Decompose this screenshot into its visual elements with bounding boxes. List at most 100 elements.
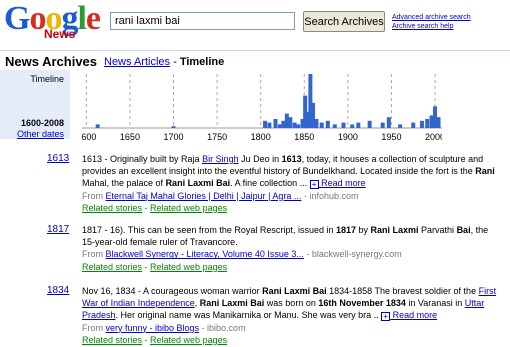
- result-body: 1613 - Originally built by Raja Bir Sing…: [82, 153, 497, 214]
- archive-search-help-link[interactable]: Archive search help: [392, 23, 453, 30]
- result-source: From Blackwell Synergy - Literacy, Volum…: [82, 248, 497, 260]
- expand-plus-icon[interactable]: +: [381, 311, 391, 321]
- result-year-link[interactable]: 1817: [47, 224, 69, 235]
- bar[interactable]: [380, 122, 385, 128]
- bar[interactable]: [263, 120, 268, 128]
- bar[interactable]: [310, 102, 315, 128]
- snippet-text: . A fine collection ...: [230, 178, 310, 189]
- bar[interactable]: [419, 120, 424, 128]
- snippet-text: was born on: [264, 298, 319, 309]
- bar[interactable]: [325, 120, 330, 128]
- x-tick-label: 1650: [120, 132, 140, 142]
- bar[interactable]: [398, 124, 403, 128]
- snippet-text: Rani Laxmi Bai: [165, 178, 231, 189]
- breadcrumb-current: Timeline: [179, 56, 225, 68]
- bar[interactable]: [386, 117, 391, 128]
- bar[interactable]: [367, 120, 372, 128]
- source-domain: - ibibo.com: [199, 322, 246, 333]
- other-dates-link[interactable]: Other dates: [17, 129, 64, 139]
- advanced-archive-search-link[interactable]: Advanced archive search: [392, 14, 471, 21]
- result-snippet: 1817 - 16). This can be seen from the Ro…: [82, 224, 497, 248]
- snippet-text: by: [356, 225, 371, 235]
- advanced-links: Advanced archive search Archive search h…: [392, 13, 471, 31]
- x-tick-label: 1850: [294, 132, 314, 142]
- related-separator: -: [142, 202, 151, 213]
- expand-plus-icon[interactable]: +: [309, 179, 319, 189]
- snippet-text: Rani Laxmi Bai: [199, 298, 265, 309]
- google-news-logo[interactable]: Google News: [4, 2, 108, 42]
- related-stories-link[interactable]: Related stories: [82, 335, 142, 345]
- bar[interactable]: [350, 124, 355, 128]
- source-link[interactable]: very funny - ibibo Blogs: [106, 323, 200, 333]
- bar[interactable]: [411, 122, 416, 128]
- snippet-text: 1834-1858 The bravest soldier of the: [326, 286, 479, 296]
- related-web-pages-link[interactable]: Related web pages: [150, 262, 227, 272]
- snippet-text: in Varanasi in: [405, 298, 465, 309]
- search-input[interactable]: [110, 12, 295, 30]
- result-year-link[interactable]: 1834: [47, 285, 69, 296]
- bar[interactable]: [429, 115, 434, 128]
- timeline-label: Timeline: [30, 74, 64, 84]
- source-link[interactable]: Blackwell Synergy - Literacy, Volume 40 …: [106, 249, 304, 259]
- breadcrumb: News Articles - Timeline: [104, 56, 224, 68]
- result-year-link[interactable]: 1613: [47, 153, 69, 164]
- source-domain: - infohub.com: [301, 190, 359, 201]
- snippet-text: Mahal, the palace of: [82, 178, 166, 189]
- x-tick-label: 1900: [338, 132, 358, 142]
- header-bar: News Archives News Articles - Timeline: [0, 50, 510, 69]
- snippet-text: 1817 - 16). This can be seen from the Ro…: [82, 225, 336, 235]
- bar[interactable]: [319, 122, 324, 128]
- result-source: From very funny - ibibo Blogs - ibibo.co…: [82, 322, 497, 334]
- breadcrumb-news-articles[interactable]: News Articles: [104, 56, 170, 68]
- bar[interactable]: [332, 124, 337, 128]
- bar[interactable]: [267, 122, 272, 128]
- from-label: From: [82, 322, 106, 333]
- snippet-link[interactable]: Bir Singh: [202, 154, 239, 164]
- bar[interactable]: [277, 124, 282, 128]
- snippet-text: Nov 16, 1834 - A courageous woman warrio…: [82, 286, 263, 296]
- bar[interactable]: [292, 122, 297, 128]
- timeline-chart[interactable]: 1600 1650 1700 1750 1800 1850 1900 1950 2000: [82, 70, 442, 142]
- read-more-link[interactable]: Read more: [319, 178, 366, 188]
- result-snippet: Nov 16, 1834 - A courageous woman warrio…: [82, 285, 497, 322]
- bar[interactable]: [296, 124, 301, 128]
- related-links: Related stories - Related web pages: [82, 334, 497, 346]
- logo-letter: l: [77, 0, 87, 37]
- snippet-text: Rani: [475, 166, 495, 177]
- related-stories-link[interactable]: Related stories: [82, 262, 142, 272]
- result-source: From Eternal Taj Mahal Glories | Delhi |…: [82, 190, 497, 202]
- search-archives-button[interactable]: Search Archives: [303, 11, 385, 32]
- logo-letter: e: [85, 0, 101, 37]
- snippet-text: Parvathi: [418, 225, 457, 235]
- bar[interactable]: [288, 117, 293, 128]
- bar[interactable]: [273, 119, 278, 128]
- bar[interactable]: [433, 106, 438, 128]
- x-tick-label: 2000: [425, 132, 442, 142]
- related-web-pages-link[interactable]: Related web pages: [150, 335, 227, 345]
- x-tick-label: 1700: [164, 132, 184, 142]
- related-web-pages-link[interactable]: Related web pages: [150, 203, 227, 213]
- related-links: Related stories - Related web pages: [82, 261, 497, 273]
- bar[interactable]: [436, 117, 441, 128]
- page-title: News Archives: [5, 54, 98, 69]
- bar[interactable]: [356, 122, 361, 128]
- logo-news-label: News: [44, 27, 76, 41]
- related-separator: -: [142, 334, 151, 345]
- snippet-text: Rani Laxmi: [370, 225, 419, 235]
- bar[interactable]: [425, 119, 430, 128]
- bar[interactable]: [281, 120, 286, 128]
- read-more-link[interactable]: Read more: [390, 310, 438, 320]
- source-domain: - blackwell-synergy.com: [303, 249, 402, 260]
- related-stories-link[interactable]: Related stories: [82, 203, 142, 213]
- source-link[interactable]: Eternal Taj Mahal Glories | Delhi | Jaip…: [106, 191, 302, 201]
- x-tick-label: 1600: [82, 132, 96, 142]
- result-snippet: 1613 - Originally built by Raja Bir Sing…: [82, 153, 497, 190]
- bar[interactable]: [95, 124, 100, 128]
- bar[interactable]: [341, 122, 346, 128]
- bar[interactable]: [314, 119, 319, 128]
- other-dates-text[interactable]: Other dates: [17, 129, 64, 139]
- bar[interactable]: [171, 126, 176, 128]
- snippet-text: . Her original name was Manikarnika or M…: [115, 310, 382, 321]
- snippet-text: Rani Laxmi Bai: [262, 286, 327, 296]
- bar[interactable]: [284, 113, 289, 128]
